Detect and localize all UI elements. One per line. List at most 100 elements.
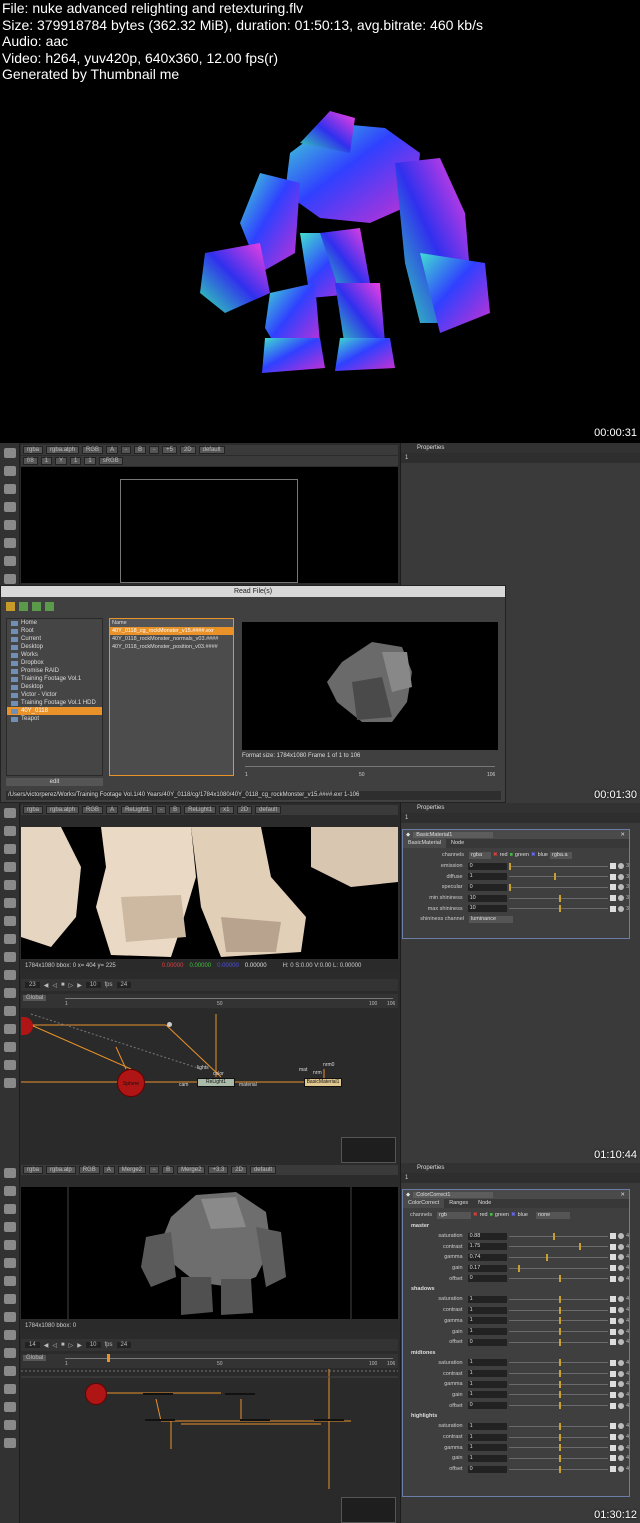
views-tool-icon[interactable] [4,988,16,998]
play-back-icon[interactable]: ◀ [44,1342,49,1349]
basic-material-node[interactable]: BasicMaterial1 [304,1078,342,1087]
param-slider[interactable] [508,1338,609,1346]
param-value-field[interactable]: 0 [467,1465,507,1473]
play-forward-icon[interactable]: ▶ [77,1342,82,1349]
input-a-select[interactable]: - [121,446,132,454]
merge-tool-icon[interactable] [4,574,16,584]
color-wheel-icon[interactable] [618,1243,624,1250]
color-wheel-icon[interactable] [618,1275,624,1282]
input-a-label[interactable]: A [106,446,119,454]
slider-knob[interactable] [558,1433,561,1441]
sphere-node[interactable]: Sphere [117,1069,145,1097]
operation-select[interactable]: - [156,806,167,814]
color-wheel-icon[interactable] [618,1444,624,1451]
param-slider[interactable] [508,1380,609,1388]
slider-knob[interactable] [558,1317,561,1325]
param-slider[interactable] [508,1295,609,1303]
3d-tool-icon[interactable] [4,970,16,980]
shininess-channel-select[interactable]: luminance [469,915,513,923]
slider-knob[interactable] [558,1391,561,1399]
particles-tool-icon[interactable] [4,1024,16,1034]
dag-minimap[interactable] [341,1137,396,1163]
stop-icon[interactable]: ■ [61,1342,65,1348]
param-slider[interactable] [508,862,609,870]
color-wheel-icon[interactable] [618,1328,624,1335]
color-swatch[interactable] [610,1444,617,1451]
step-back-icon[interactable]: ◁ [52,1342,57,1349]
slider-knob[interactable] [558,905,561,913]
node-name-field[interactable]: BasicMaterial1 [413,831,494,838]
alpha-select[interactable]: rgba.alp [46,1166,76,1174]
frame-field[interactable]: 23 [25,982,40,988]
input-b-select[interactable]: Merge2 [177,1166,206,1174]
place-item[interactable]: Dropbox [7,659,102,667]
color-wheel-icon[interactable] [618,1423,624,1430]
color-swatch[interactable] [610,1391,617,1398]
relight-node[interactable]: ReLight1 [197,1078,235,1087]
slider-knob[interactable] [508,883,511,891]
green-checkbox[interactable]: ■ [510,852,513,858]
node-name-field[interactable]: ColorCorrect1 [413,1191,494,1198]
color-swatch[interactable] [610,1423,617,1430]
param-slider[interactable] [508,1232,609,1240]
keyer-tool-icon[interactable] [4,556,16,566]
views-tool-icon[interactable] [4,1348,16,1358]
deep-tool-icon[interactable] [4,1042,16,1052]
input-a-label[interactable]: A [102,1166,115,1174]
color-swatch[interactable] [610,1339,617,1346]
color-wheel-icon[interactable] [618,873,624,880]
color-wheel-icon[interactable] [618,863,624,870]
color-swatch[interactable] [610,863,617,870]
up-arrow-icon[interactable] [19,602,28,611]
deep-tool-icon[interactable] [4,1402,16,1412]
max-panels-field[interactable]: 1 [405,455,408,461]
color-tool-icon[interactable] [4,1240,16,1250]
step-forward-icon[interactable]: ▷ [69,1342,74,1349]
param-slider[interactable] [508,1317,609,1325]
tab-basicmaterial[interactable]: BasicMaterial [403,839,447,848]
lut-select[interactable]: default [198,446,225,454]
param-value-field[interactable]: 0 [467,862,507,870]
new-folder-icon[interactable] [6,602,15,611]
slider-knob[interactable] [517,1264,520,1272]
furnace-tool-icon[interactable] [4,1420,16,1430]
time-tool-icon[interactable] [4,1204,16,1214]
furnace-tool-icon[interactable] [4,1060,16,1070]
file-item[interactable]: 40Y_0118_rockMonster_normals_v03.#### [110,635,233,643]
color-wheel-icon[interactable] [618,1455,624,1462]
step-back-icon[interactable]: ◁ [52,982,57,989]
color-wheel-icon[interactable] [618,1265,624,1272]
slider-knob[interactable] [558,1465,561,1473]
slider-knob[interactable] [508,862,511,870]
keyer-tool-icon[interactable] [4,1276,16,1286]
image-tool-icon[interactable] [4,808,16,818]
section-shadows[interactable]: shadows [403,1284,629,1294]
draw-tool-icon[interactable] [4,826,16,836]
color-swatch[interactable] [610,884,617,891]
alpha-select[interactable]: rgba.alph [46,446,80,454]
param-value-field[interactable]: 1 [467,1370,507,1378]
node-graph[interactable] [21,1369,398,1523]
color-swatch[interactable] [610,1296,617,1303]
basic-material-node[interactable] [225,1393,255,1395]
file-item[interactable]: 40Y_0118_rockMonster_position_v03.#### [110,643,233,651]
close-icon[interactable]: ✕ [620,832,629,838]
color-swatch[interactable] [610,1359,617,1366]
input-a-label[interactable]: A [106,806,119,814]
image-tool-icon[interactable] [4,448,16,458]
slider-knob[interactable] [552,1232,555,1240]
color-swatch[interactable] [610,1317,617,1324]
merge-node[interactable] [314,1419,344,1421]
mask-select[interactable]: none [535,1211,570,1219]
param-value-field[interactable]: 1.75 [467,1243,507,1251]
gamma-label[interactable]: Y [55,457,68,465]
place-item[interactable]: Victor - Victor [7,691,102,699]
timeline-bar[interactable]: Global 1 50 100 106 [21,994,398,1008]
slider-knob[interactable] [558,1402,561,1410]
slider-knob[interactable] [578,1243,581,1251]
alpha-select[interactable]: rgba.a [549,851,572,859]
channel-tool-icon[interactable] [4,1222,16,1232]
color-swatch[interactable] [610,1265,617,1272]
green-checkbox[interactable]: ■ [490,1212,493,1218]
viewer-area[interactable] [21,1187,398,1319]
